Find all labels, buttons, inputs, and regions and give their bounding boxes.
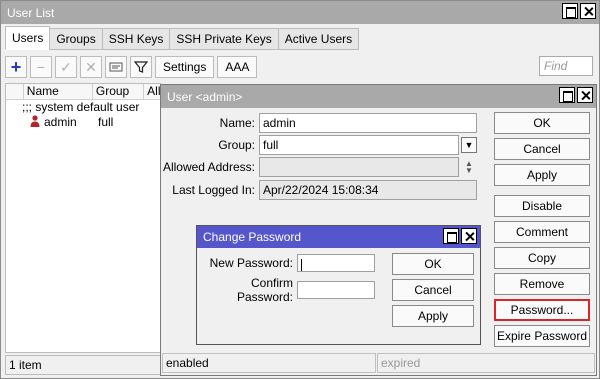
comment-icon[interactable] — [105, 56, 127, 78]
toolbar: + − ✓ ✕ Settings AAA Find — [5, 55, 595, 79]
close-icon[interactable] — [580, 3, 596, 19]
window-title: User List — [7, 5, 55, 20]
find-input[interactable]: Find — [539, 56, 593, 76]
disable-icon[interactable]: ✕ — [80, 56, 102, 78]
name-field[interactable]: admin — [259, 113, 477, 133]
apply-button[interactable]: Apply — [494, 164, 590, 186]
dropdown-icon[interactable]: ▼ — [461, 137, 477, 153]
group-select[interactable]: full — [259, 135, 459, 155]
status-enabled: enabled — [162, 353, 376, 373]
tab-ssh-keys[interactable]: SSH Keys — [101, 28, 171, 50]
last-logged-row: Last Logged In: Apr/22/2024 15:08:34 — [161, 180, 477, 200]
name-row: Name: admin — [161, 113, 477, 133]
tab-bar: Users Groups SSH Keys SSH Private Keys A… — [5, 26, 360, 50]
close-icon[interactable] — [577, 87, 593, 103]
text-cursor — [301, 258, 302, 271]
allowed-label: Allowed Address: — [162, 160, 255, 174]
copy-button[interactable]: Copy — [494, 247, 590, 269]
change-password-dialog: Change Password New Password: Confirm Pa… — [196, 225, 481, 345]
tab-ssh-private-keys[interactable]: SSH Private Keys — [169, 28, 279, 50]
user-window-titlebar[interactable]: User <admin> — [161, 85, 596, 108]
cell-group: full — [98, 115, 114, 129]
table-header: Name Group All — [6, 84, 160, 100]
user-table: Name Group All ;;; system default user a… — [5, 83, 161, 353]
change-password-titlebar[interactable]: Change Password — [197, 226, 480, 248]
allowed-row: Allowed Address: ▲ ▼ — [161, 157, 477, 177]
remove-button[interactable]: Remove — [494, 273, 590, 295]
disable-button[interactable]: Disable — [494, 195, 590, 217]
tab-active-users[interactable]: Active Users — [277, 28, 360, 50]
comment-button[interactable]: Comment — [494, 221, 590, 243]
comment-row: ;;; system default user — [22, 100, 140, 114]
status-expired: expired — [377, 353, 595, 373]
maximize-icon[interactable] — [562, 3, 578, 19]
ok-button[interactable]: OK — [494, 112, 590, 134]
table-row[interactable]: admin full — [6, 115, 160, 130]
confirm-password-label: Confirm Password: — [236, 276, 293, 304]
dialog-title: Change Password — [203, 230, 302, 244]
maximize-icon[interactable] — [443, 228, 459, 244]
new-password-label: New Password: — [209, 256, 293, 270]
column-allowed[interactable]: All — [144, 84, 160, 99]
user-icon — [6, 115, 44, 130]
item-count: 1 item — [5, 355, 161, 375]
name-label: Name: — [219, 116, 255, 130]
settings-button[interactable]: Settings — [155, 56, 215, 78]
aaa-button[interactable]: AAA — [217, 56, 258, 78]
confirm-password-row: Confirm Password: — [197, 276, 375, 304]
expand-collapse-icon[interactable]: ▲ ▼ — [461, 160, 477, 175]
group-label: Group: — [218, 138, 255, 152]
column-name[interactable]: Name — [24, 84, 93, 99]
new-password-input[interactable] — [297, 254, 375, 272]
cell-name: admin — [44, 115, 77, 129]
enable-icon[interactable]: ✓ — [55, 56, 77, 78]
maximize-icon[interactable] — [559, 87, 575, 103]
dialog-ok-button[interactable]: OK — [392, 253, 474, 275]
group-row: Group: full ▼ — [161, 135, 477, 155]
cancel-button[interactable]: Cancel — [494, 138, 590, 160]
close-icon[interactable] — [461, 228, 477, 244]
confirm-password-input[interactable] — [297, 281, 375, 299]
add-icon[interactable]: + — [5, 56, 27, 78]
filter-icon[interactable] — [130, 56, 152, 78]
tab-groups[interactable]: Groups — [49, 28, 103, 50]
last-logged-field: Apr/22/2024 15:08:34 — [259, 180, 477, 200]
dialog-cancel-button[interactable]: Cancel — [392, 279, 474, 301]
password-button[interactable]: Password... — [494, 299, 590, 321]
remove-icon[interactable]: − — [30, 56, 52, 78]
tab-users[interactable]: Users — [5, 26, 51, 50]
expire-password-button[interactable]: Expire Password — [494, 325, 590, 347]
header-spacer — [6, 84, 24, 99]
user-list-titlebar[interactable]: User List — [1, 1, 599, 24]
user-window-title: User <admin> — [167, 89, 243, 104]
allowed-address-field[interactable] — [259, 157, 459, 177]
dialog-apply-button[interactable]: Apply — [392, 305, 474, 327]
last-logged-label: Last Logged In: — [172, 183, 255, 197]
new-password-row: New Password: — [197, 254, 375, 272]
column-group[interactable]: Group — [93, 84, 145, 99]
